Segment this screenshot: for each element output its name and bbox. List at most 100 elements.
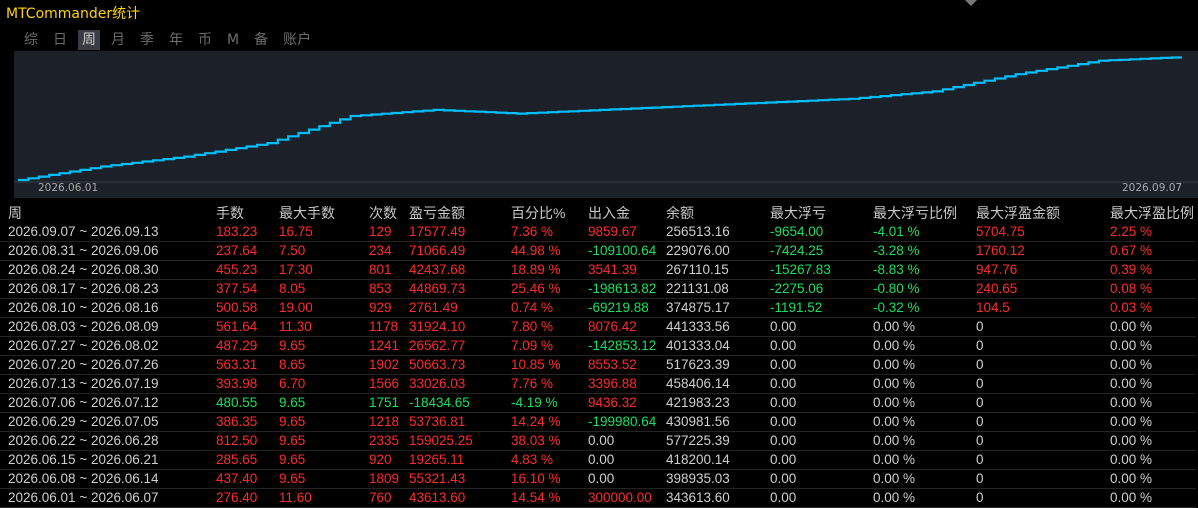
col-header-1: 手数: [216, 203, 279, 223]
cell-10: 0: [976, 489, 1110, 508]
cell-11: 0.03 %: [1110, 299, 1196, 318]
tab-7[interactable]: M: [223, 30, 243, 50]
cell-5: 38.03 %: [511, 432, 588, 451]
cell-11: 0.00 %: [1110, 337, 1196, 356]
cell-8: 0.00: [770, 470, 873, 489]
cell-4: -18434.65: [409, 394, 511, 413]
tab-8[interactable]: 备: [250, 30, 272, 50]
cell-9: -8.83 %: [873, 261, 976, 280]
table-row[interactable]: 2026.06.08 ~ 2026.06.14437.409.651809553…: [0, 470, 1196, 489]
chart-svg: [14, 51, 1198, 198]
cell-4: 159025.25: [409, 432, 511, 451]
cell-0: 2026.08.10 ~ 2026.08.16: [0, 299, 216, 318]
tab-2[interactable]: 周: [78, 30, 100, 50]
cell-4: 55321.43: [409, 470, 511, 489]
cell-11: 2.25 %: [1110, 223, 1196, 242]
cell-6: -199980.64: [588, 413, 666, 432]
cell-9: -3.28 %: [873, 242, 976, 261]
cell-3: 760: [369, 489, 409, 508]
cell-8: 0.00: [770, 318, 873, 337]
col-header-8: 最大浮亏: [770, 203, 873, 223]
cell-6: -198613.82: [588, 280, 666, 299]
tab-9[interactable]: 账户: [279, 30, 315, 50]
cell-10: 0: [976, 337, 1110, 356]
cell-8: -15267.83: [770, 261, 873, 280]
cell-5: 10.85 %: [511, 356, 588, 375]
cell-8: 0.00: [770, 489, 873, 508]
table-row[interactable]: 2026.08.31 ~ 2026.09.06237.647.502347106…: [0, 242, 1196, 261]
table-row[interactable]: 2026.08.17 ~ 2026.08.23377.548.058534486…: [0, 280, 1196, 299]
cell-0: 2026.06.01 ~ 2026.06.07: [0, 489, 216, 508]
cell-9: 0.00 %: [873, 337, 976, 356]
cell-11: 0.00 %: [1110, 432, 1196, 451]
table-row[interactable]: 2026.07.20 ~ 2026.07.26563.318.651902506…: [0, 356, 1196, 375]
cell-9: -4.01 %: [873, 223, 976, 242]
tab-3[interactable]: 月: [107, 30, 129, 50]
col-header-6: 出入金: [588, 203, 666, 223]
cell-0: 2026.06.15 ~ 2026.06.21: [0, 451, 216, 470]
cell-8: 0.00: [770, 375, 873, 394]
equity-chart: 2026.06.01 2026.09.07: [14, 51, 1198, 198]
cell-10: 0: [976, 318, 1110, 337]
cell-11: 0.39 %: [1110, 261, 1196, 280]
cell-6: 9436.32: [588, 394, 666, 413]
cell-6: -69219.88: [588, 299, 666, 318]
tab-5[interactable]: 年: [165, 30, 187, 50]
cell-3: 129: [369, 223, 409, 242]
tab-1[interactable]: 日: [49, 30, 71, 50]
table-row[interactable]: 2026.06.01 ~ 2026.06.07276.4011.60760436…: [0, 489, 1196, 508]
tab-0[interactable]: 综: [20, 30, 42, 50]
cell-6: 0.00: [588, 432, 666, 451]
cell-10: 0: [976, 394, 1110, 413]
cell-2: 11.60: [279, 489, 369, 508]
cell-4: 17577.49: [409, 223, 511, 242]
cell-2: 6.70: [279, 375, 369, 394]
tab-4[interactable]: 季: [136, 30, 158, 50]
table-row[interactable]: 2026.08.10 ~ 2026.08.16500.5819.00929276…: [0, 299, 1196, 318]
table-row[interactable]: 2026.07.13 ~ 2026.07.19393.986.701566330…: [0, 375, 1196, 394]
cell-7: 577225.39: [666, 432, 770, 451]
cell-11: 0.00 %: [1110, 356, 1196, 375]
table-row[interactable]: 2026.09.07 ~ 2026.09.13183.2316.75129175…: [0, 223, 1196, 242]
dropdown-triangle-icon[interactable]: [965, 0, 977, 6]
cell-6: 0.00: [588, 470, 666, 489]
col-header-4: 盈亏金额: [409, 203, 511, 223]
cell-5: 7.80 %: [511, 318, 588, 337]
table-row[interactable]: 2026.06.22 ~ 2026.06.28812.509.652335159…: [0, 432, 1196, 451]
table-row[interactable]: 2026.07.06 ~ 2026.07.12480.559.651751-18…: [0, 394, 1196, 413]
cell-8: -7424.25: [770, 242, 873, 261]
cell-11: 0.00 %: [1110, 318, 1196, 337]
cell-8: -1191.52: [770, 299, 873, 318]
cell-6: 3396.88: [588, 375, 666, 394]
cell-4: 19265.11: [409, 451, 511, 470]
cell-7: 267110.15: [666, 261, 770, 280]
cell-1: 561.64: [216, 318, 279, 337]
cell-9: 0.00 %: [873, 356, 976, 375]
table-row[interactable]: 2026.06.15 ~ 2026.06.21285.659.659201926…: [0, 451, 1196, 470]
cell-9: 0.00 %: [873, 489, 976, 508]
cell-3: 929: [369, 299, 409, 318]
cell-4: 33026.03: [409, 375, 511, 394]
cell-7: 374875.17: [666, 299, 770, 318]
cell-9: 0.00 %: [873, 318, 976, 337]
cell-4: 71066.49: [409, 242, 511, 261]
table-row[interactable]: 2026.08.03 ~ 2026.08.09561.6411.30117831…: [0, 318, 1196, 337]
period-tabs: 综日周月季年币M备账户: [20, 30, 322, 50]
cell-4: 43613.60: [409, 489, 511, 508]
cell-2: 9.65: [279, 337, 369, 356]
cell-10: 5704.75: [976, 223, 1110, 242]
cell-4: 26562.77: [409, 337, 511, 356]
cell-6: 3541.39: [588, 261, 666, 280]
table-row[interactable]: 2026.07.27 ~ 2026.08.02487.299.651241265…: [0, 337, 1196, 356]
cell-11: 0.08 %: [1110, 280, 1196, 299]
x-start-label: 2026.06.01: [38, 182, 98, 194]
cell-1: 563.31: [216, 356, 279, 375]
cell-8: 0.00: [770, 356, 873, 375]
cell-8: 0.00: [770, 337, 873, 356]
table-row[interactable]: 2026.06.29 ~ 2026.07.05386.359.651218537…: [0, 413, 1196, 432]
tab-6[interactable]: 币: [194, 30, 216, 50]
cell-6: 8553.52: [588, 356, 666, 375]
cell-5: 18.89 %: [511, 261, 588, 280]
table-row[interactable]: 2026.08.24 ~ 2026.08.30455.2317.30801424…: [0, 261, 1196, 280]
cell-9: 0.00 %: [873, 432, 976, 451]
